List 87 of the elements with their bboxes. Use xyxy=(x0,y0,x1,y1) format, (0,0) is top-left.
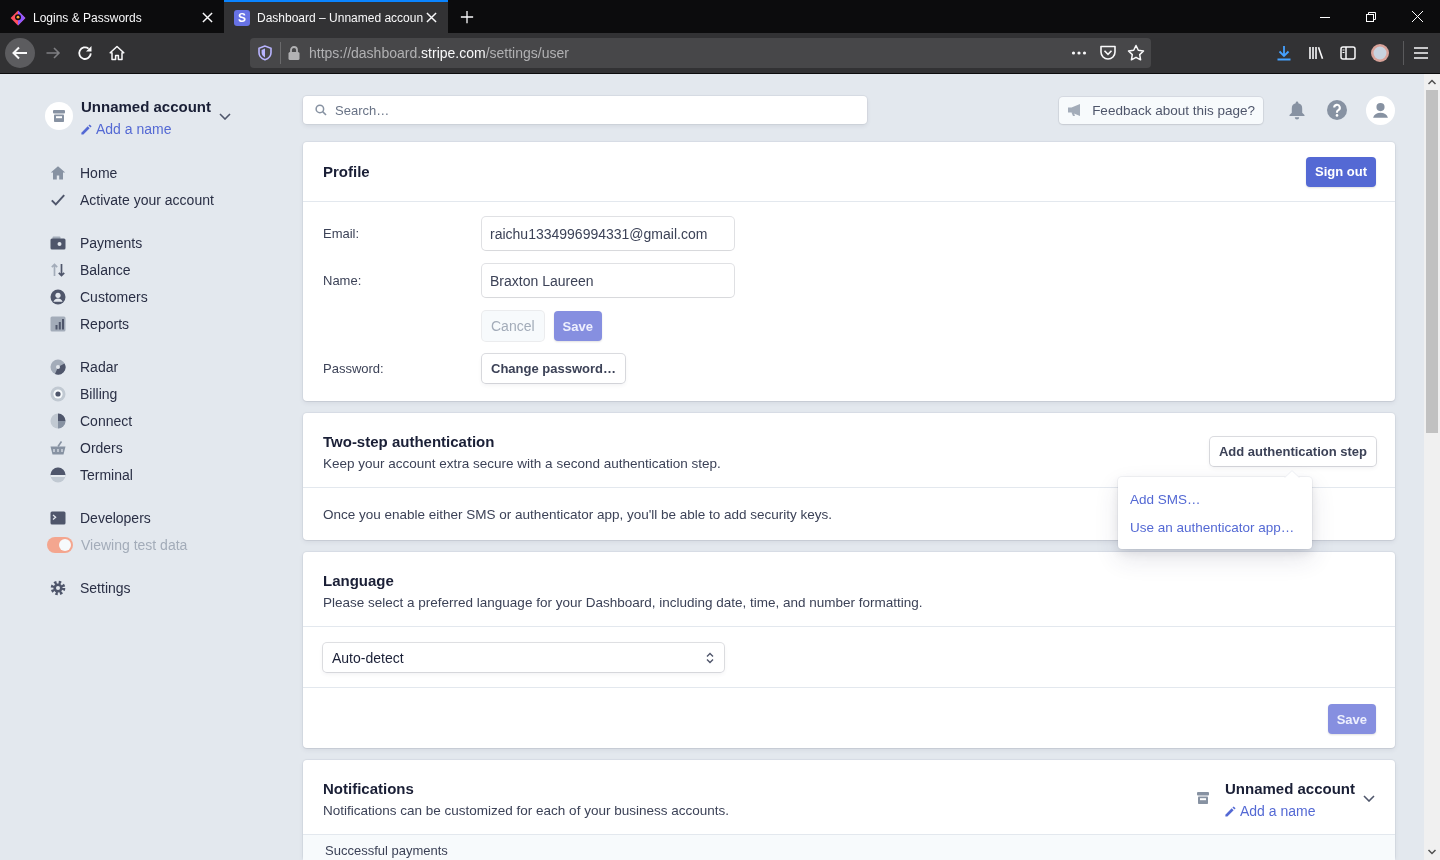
library-icon[interactable] xyxy=(1308,45,1324,61)
bar-chart-icon xyxy=(50,315,66,332)
browser-tab[interactable]: Logins & Passwords xyxy=(0,0,224,33)
menu-item[interactable]: Use an authenticator app… xyxy=(1130,514,1295,542)
change-password-button[interactable]: Change password… xyxy=(482,354,625,383)
half-circle-icon xyxy=(50,466,66,483)
nav-link[interactable]: Payments xyxy=(45,229,143,256)
plus-icon[interactable] xyxy=(460,9,474,24)
language-select[interactable]: Auto-detect xyxy=(323,643,724,672)
reload-icon[interactable] xyxy=(77,45,93,61)
name-field[interactable]: Braxton Laureen xyxy=(482,264,734,297)
target-icon xyxy=(50,385,66,402)
site-logo: S xyxy=(234,9,250,26)
card-title: Language xyxy=(323,571,395,591)
email-field[interactable]: raichu1334996994331@gmail.com xyxy=(482,217,734,250)
add-name-link[interactable]: Add a name xyxy=(1224,802,1316,820)
card-title: Profile xyxy=(323,161,370,182)
settings-icon xyxy=(50,579,66,596)
account-name: Unnamed account xyxy=(81,97,212,117)
toggle-switch[interactable] xyxy=(47,536,73,553)
help-icon[interactable] xyxy=(1327,100,1347,120)
card-title: Notifications xyxy=(323,779,415,799)
field-label: Email: xyxy=(323,226,361,241)
menu-item[interactable]: Add SMS… xyxy=(1130,486,1201,514)
sidebar-icon[interactable] xyxy=(1340,45,1356,61)
scrollbar[interactable] xyxy=(1424,74,1440,860)
nav-link[interactable]: Balance xyxy=(45,256,131,283)
toggle-label: Viewing test data xyxy=(81,536,188,553)
box-icon xyxy=(45,102,73,130)
card-description: Keep your account extra secure with a second authentication step. xyxy=(323,455,721,473)
close-icon[interactable] xyxy=(426,12,437,23)
field-label: Password: xyxy=(323,361,385,376)
nav-link[interactable]: Developers xyxy=(45,504,151,531)
card-title: Two-step authentication xyxy=(323,432,496,452)
scrollbar-thumb[interactable] xyxy=(1426,90,1438,433)
close-icon[interactable] xyxy=(202,12,213,23)
up-down-arrows-icon xyxy=(50,261,66,278)
dial-icon xyxy=(50,358,66,375)
user-icon[interactable] xyxy=(1366,95,1395,125)
diamond-icon xyxy=(10,9,26,26)
nav-link[interactable]: Billing xyxy=(45,380,118,407)
bell-icon[interactable] xyxy=(1288,100,1306,120)
console-icon xyxy=(50,509,66,526)
pencil-icon xyxy=(1224,805,1236,817)
back-icon[interactable] xyxy=(5,38,35,68)
search-field[interactable]: Search… xyxy=(303,96,867,124)
download-icon[interactable] xyxy=(1276,45,1292,61)
chevron-down-icon[interactable] xyxy=(219,113,232,120)
restore-icon[interactable] xyxy=(1366,11,1376,22)
pie-icon xyxy=(50,412,66,429)
search-icon xyxy=(315,104,327,116)
nav-link[interactable]: Radar xyxy=(45,353,119,380)
shield-icon[interactable] xyxy=(257,45,273,61)
feedback-button[interactable]: Feedback about this page? xyxy=(1059,96,1263,124)
forward-icon[interactable] xyxy=(45,45,61,61)
nav-link[interactable]: Terminal xyxy=(45,461,133,488)
pencil-icon xyxy=(81,123,92,135)
card-description: Please select a preferred language for your Dashboard, including date, time, and number formatting. xyxy=(323,594,923,612)
section-heading: Successful payments xyxy=(325,843,448,859)
nav-link[interactable]: Reports xyxy=(45,310,130,337)
nav-link[interactable]: Activate your account xyxy=(45,186,214,213)
add-name-link[interactable]: Add a name xyxy=(81,120,172,138)
person-icon xyxy=(50,288,66,305)
basket-icon xyxy=(50,439,66,456)
nav-link[interactable]: Home xyxy=(45,159,118,186)
account-name: Unnamed account xyxy=(1224,779,1355,799)
add-step-button[interactable]: Add authentication step xyxy=(1209,437,1376,466)
menu-icon[interactable] xyxy=(1413,45,1429,61)
sign-out-button[interactable]: Sign out xyxy=(1306,156,1376,187)
chevron-shield-icon[interactable] xyxy=(1099,44,1117,62)
lock-icon[interactable] xyxy=(287,45,301,61)
card-description: Notifications can be customized for each of your business accounts. xyxy=(323,802,729,820)
star-icon[interactable] xyxy=(1127,44,1145,62)
nav-link[interactable]: Settings xyxy=(45,574,131,601)
info-text: Once you enable either SMS or authenticator app, you'll be able to add security keys. xyxy=(323,506,833,522)
avatar-icon[interactable] xyxy=(1371,44,1389,62)
nav-link[interactable]: Connect xyxy=(45,407,133,434)
nav-link[interactable]: Customers xyxy=(45,283,148,310)
chevron-down-icon[interactable] xyxy=(1363,795,1375,802)
browser-tab[interactable]: S Dashboard – Unnamed accoun xyxy=(224,0,448,33)
select-arrows-icon xyxy=(706,651,714,664)
wallet-icon xyxy=(50,234,66,251)
home-icon xyxy=(50,164,66,181)
nav-link[interactable]: Orders xyxy=(45,434,123,461)
home-icon[interactable] xyxy=(109,45,125,61)
address-bar[interactable]: https://dashboard.stripe.com/settings/user xyxy=(250,38,1151,68)
field-label: Name: xyxy=(323,273,363,288)
